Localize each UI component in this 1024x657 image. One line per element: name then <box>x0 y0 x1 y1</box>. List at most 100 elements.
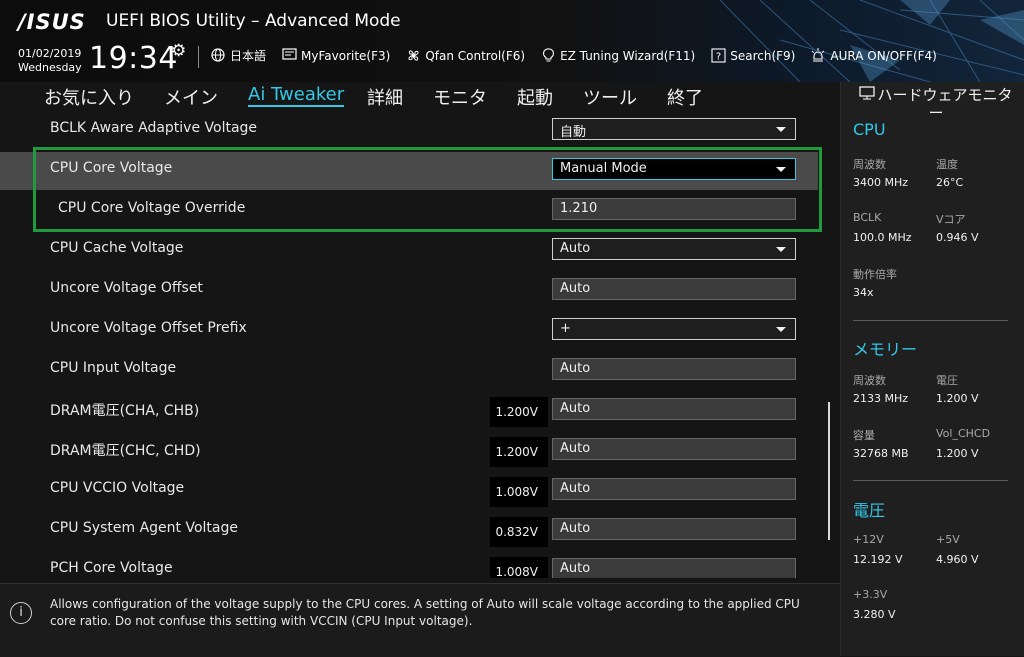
readout-value: 1.200V <box>495 405 538 419</box>
setting-row[interactable]: Uncore Voltage Offset Auto <box>0 272 818 310</box>
help-bar: i Allows configuration of the voltage su… <box>0 583 840 657</box>
setting-row[interactable]: BCLK Aware Adaptive Voltage 自動 <box>0 114 818 150</box>
mem-cap-label: 容量 <box>853 429 875 442</box>
tab-main[interactable]: メイン <box>164 84 218 110</box>
mem-vchcd-value: 1.200 V <box>936 447 979 460</box>
chevron-down-icon <box>776 327 786 332</box>
tab-ai-tweaker[interactable]: Ai Tweaker <box>248 84 345 107</box>
setting-dropdown[interactable]: 自動 <box>552 118 796 140</box>
setting-value: Auto <box>560 281 591 296</box>
monitor-title-text: ハードウェアモニター <box>877 86 1013 122</box>
voltage-section-title: 電圧 <box>853 501 886 520</box>
section-divider <box>853 480 1008 481</box>
voltage-readout: 1.200V <box>490 437 548 467</box>
gear-icon[interactable]: ⚙ <box>171 41 186 61</box>
myfavorite-button[interactable]: MyFavorite(F3) <box>281 47 390 64</box>
help-text: Allows configuration of the voltage supp… <box>50 597 800 628</box>
ez-tuning-label: EZ Tuning Wizard(F11) <box>560 48 696 63</box>
setting-input[interactable]: Auto <box>552 278 796 300</box>
setting-value: Auto <box>560 241 591 256</box>
tab-favorites[interactable]: お気に入り <box>44 84 134 110</box>
ez-tuning-wizard-button[interactable]: EZ Tuning Wizard(F11) <box>540 47 695 64</box>
setting-input[interactable]: Auto <box>552 478 796 500</box>
setting-label: CPU VCCIO Voltage <box>50 480 185 496</box>
vcore-value: 0.946 V <box>936 231 979 244</box>
vcore-label: Vコア <box>936 213 966 226</box>
setting-row[interactable]: PCH Core Voltage 1.008V Auto <box>0 552 818 578</box>
setting-input[interactable]: Auto <box>552 558 796 578</box>
monitor-title: ハードウェアモニター <box>853 86 1019 122</box>
globe-icon <box>210 47 226 64</box>
setting-label: Uncore Voltage Offset <box>50 280 203 296</box>
setting-label: CPU Cache Voltage <box>50 240 184 256</box>
setting-row[interactable]: CPU VCCIO Voltage 1.008V Auto <box>0 472 818 510</box>
myfavorite-label: MyFavorite(F3) <box>301 48 391 63</box>
chevron-down-icon <box>776 127 786 132</box>
aura-icon <box>810 47 826 64</box>
setting-dropdown[interactable]: Auto <box>552 238 796 260</box>
tab-tool[interactable]: ツール <box>583 84 637 110</box>
highlight-annotation <box>33 147 822 232</box>
setting-value: Auto <box>560 481 591 496</box>
setting-row[interactable]: CPU System Agent Voltage 0.832V Auto <box>0 512 818 550</box>
setting-value: 自動 <box>560 125 587 140</box>
setting-dropdown[interactable]: + <box>552 318 796 340</box>
svg-text:?: ? <box>716 51 721 62</box>
hardware-monitor-panel: ハードウェアモニター CPU 周波数 温度 3400 MHz 26°C BCLK… <box>840 82 1024 656</box>
header-divider <box>198 46 199 68</box>
scrollbar[interactable] <box>828 402 830 540</box>
qfan-label: Qfan Control(F6) <box>425 48 526 63</box>
favorite-icon <box>281 47 297 64</box>
setting-input[interactable]: Auto <box>552 518 796 540</box>
toolbar: 日本語 MyFavorite(F3) Qfan Control(F6) EZ T… <box>210 47 952 64</box>
mem-volt-label: 電圧 <box>936 374 958 387</box>
setting-row[interactable]: CPU Input Voltage Auto <box>0 352 818 390</box>
setting-input[interactable]: Auto <box>552 398 796 420</box>
aura-label: AURA ON/OFF(F4) <box>830 48 937 63</box>
voltage-readout: 1.200V <box>490 397 548 427</box>
weekday-text: Wednesday <box>18 61 82 74</box>
search-icon: ? <box>710 47 726 64</box>
tab-exit[interactable]: 終了 <box>667 84 703 110</box>
ratio-label: 動作倍率 <box>853 268 897 281</box>
setting-value: Auto <box>560 521 591 536</box>
setting-input[interactable]: Auto <box>552 358 796 380</box>
cpu-freq-label: 周波数 <box>853 158 886 171</box>
ratio-value: 34x <box>853 286 874 299</box>
main-tabs: お気に入り メイン Ai Tweaker 詳細 モニタ 起動 ツール 終了 <box>0 82 840 114</box>
setting-label: PCH Core Voltage <box>50 560 173 576</box>
bclk-value: 100.0 MHz <box>853 231 912 244</box>
readout-value: 1.008V <box>495 565 538 578</box>
setting-row[interactable]: DRAM電圧(CHA, CHB) 1.200V Auto <box>0 392 818 430</box>
search-label: Search(F9) <box>730 48 796 63</box>
cpu-temp-value: 26°C <box>936 176 964 189</box>
v12-value: 12.192 V <box>853 553 903 566</box>
tab-monitor[interactable]: モニタ <box>433 84 487 110</box>
tab-advanced[interactable]: 詳細 <box>367 84 403 110</box>
qfan-control-button[interactable]: Qfan Control(F6) <box>405 47 525 64</box>
clock: 19:34 <box>89 41 178 76</box>
language-button[interactable]: 日本語 <box>210 47 266 64</box>
setting-input[interactable]: Auto <box>552 438 796 460</box>
aura-button[interactable]: AURA ON/OFF(F4) <box>810 47 937 64</box>
memory-section-title: メモリー <box>853 340 918 359</box>
setting-row[interactable]: Uncore Voltage Offset Prefix + <box>0 312 818 350</box>
setting-row[interactable]: CPU Cache Voltage Auto <box>0 232 818 270</box>
mem-freq-label: 周波数 <box>853 374 886 387</box>
setting-label: Uncore Voltage Offset Prefix <box>50 320 247 336</box>
cpu-section-title: CPU <box>853 120 886 139</box>
date-text: 01/02/2019 <box>18 47 82 60</box>
tab-boot[interactable]: 起動 <box>517 84 553 110</box>
setting-row[interactable]: DRAM電圧(CHC, CHD) 1.200V Auto <box>0 432 818 470</box>
setting-label: CPU Input Voltage <box>50 360 177 376</box>
v33-value: 3.280 V <box>853 608 896 621</box>
language-label: 日本語 <box>230 49 267 63</box>
date-display: 01/02/2019 Wednesday <box>18 47 82 75</box>
setting-label: BCLK Aware Adaptive Voltage <box>50 120 258 136</box>
setting-label: DRAM電圧(CHC, CHD) <box>50 443 201 459</box>
cpu-freq-value: 3400 MHz <box>853 176 909 189</box>
v5-value: 4.960 V <box>936 553 979 566</box>
search-button[interactable]: ? Search(F9) <box>710 47 795 64</box>
v33-label: +3.3V <box>853 588 888 601</box>
mem-freq-value: 2133 MHz <box>853 392 909 405</box>
